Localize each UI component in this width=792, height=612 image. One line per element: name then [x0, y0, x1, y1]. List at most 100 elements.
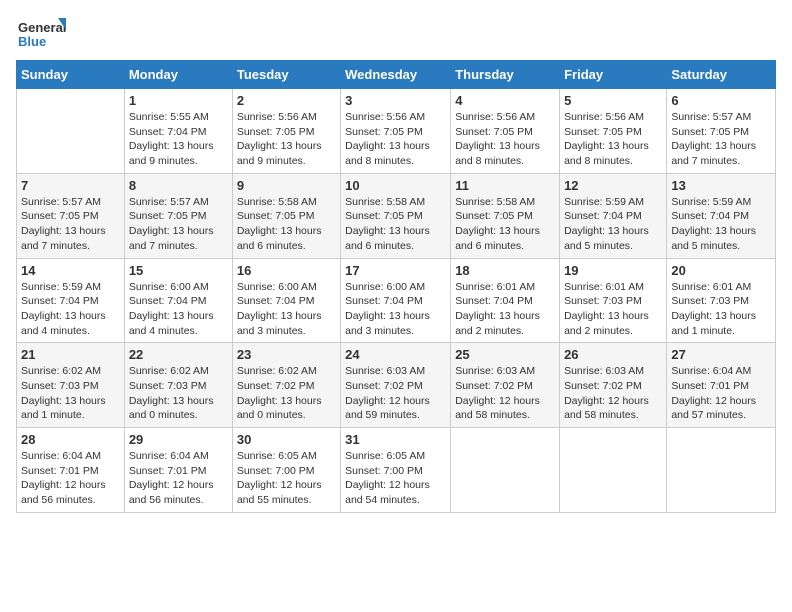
- calendar-cell: 17 Sunrise: 6:00 AMSunset: 7:04 PMDayligh…: [341, 258, 451, 343]
- day-info: Sunrise: 5:59 AMSunset: 7:04 PMDaylight:…: [21, 280, 120, 339]
- day-info: Sunrise: 6:04 AMSunset: 7:01 PMDaylight:…: [671, 364, 771, 423]
- day-number: 3: [345, 93, 446, 108]
- calendar-cell: 23 Sunrise: 6:02 AMSunset: 7:02 PMDayligh…: [232, 343, 340, 428]
- day-number: 8: [129, 178, 228, 193]
- day-info: Sunrise: 6:02 AMSunset: 7:03 PMDaylight:…: [21, 364, 120, 423]
- day-number: 31: [345, 432, 446, 447]
- calendar-cell: 9Sunrise: 5:58 AMSunset: 7:05 PMDaylight…: [232, 173, 340, 258]
- calendar-cell: 2 Sunrise: 5:56 AMSunset: 7:05 PMDaylight…: [232, 89, 340, 174]
- day-number: 28: [21, 432, 120, 447]
- calendar-cell: 7 Sunrise: 5:57 AMSunset: 7:05 PMDaylight…: [17, 173, 125, 258]
- day-number: 29: [129, 432, 228, 447]
- calendar-cell: 29Sunrise: 6:04 AMSunset: 7:01 PMDayligh…: [124, 428, 232, 513]
- day-info: Sunrise: 5:56 AMSunset: 7:05 PMDaylight:…: [455, 110, 555, 169]
- day-info: Sunrise: 6:00 AMSunset: 7:04 PMDaylight:…: [345, 280, 446, 339]
- calendar-cell: 3 Sunrise: 5:56 AMSunset: 7:05 PMDaylight…: [341, 89, 451, 174]
- calendar-week-3: 14 Sunrise: 5:59 AMSunset: 7:04 PMDayligh…: [17, 258, 776, 343]
- calendar-cell: 11 Sunrise: 5:58 AMSunset: 7:05 PMDayligh…: [451, 173, 560, 258]
- day-number: 4: [455, 93, 555, 108]
- calendar-week-1: 1Sunrise: 5:55 AMSunset: 7:04 PMDaylight…: [17, 89, 776, 174]
- day-info: Sunrise: 5:58 AMSunset: 7:05 PMDaylight:…: [455, 195, 555, 254]
- calendar-cell: 24 Sunrise: 6:03 AMSunset: 7:02 PMDayligh…: [341, 343, 451, 428]
- day-info: Sunrise: 6:00 AMSunset: 7:04 PMDaylight:…: [129, 280, 228, 339]
- day-info: Sunrise: 6:05 AMSunset: 7:00 PMDaylight:…: [237, 449, 336, 508]
- calendar-cell: 31Sunrise: 6:05 AMSunset: 7:00 PMDayligh…: [341, 428, 451, 513]
- calendar-cell: 10Sunrise: 5:58 AMSunset: 7:05 PMDayligh…: [341, 173, 451, 258]
- day-number: 6: [671, 93, 771, 108]
- calendar-cell: 6 Sunrise: 5:57 AMSunset: 7:05 PMDaylight…: [667, 89, 776, 174]
- header-day-thursday: Thursday: [451, 61, 560, 89]
- header-day-monday: Monday: [124, 61, 232, 89]
- calendar-body: 1Sunrise: 5:55 AMSunset: 7:04 PMDaylight…: [17, 89, 776, 513]
- calendar-cell: [667, 428, 776, 513]
- header-day-friday: Friday: [560, 61, 667, 89]
- day-info: Sunrise: 6:02 AMSunset: 7:03 PMDaylight:…: [129, 364, 228, 423]
- header-day-wednesday: Wednesday: [341, 61, 451, 89]
- day-number: 17: [345, 263, 446, 278]
- day-info: Sunrise: 5:57 AMSunset: 7:05 PMDaylight:…: [129, 195, 228, 254]
- day-info: Sunrise: 6:01 AMSunset: 7:03 PMDaylight:…: [671, 280, 771, 339]
- calendar-table: SundayMondayTuesdayWednesdayThursdayFrid…: [16, 60, 776, 513]
- day-number: 2: [237, 93, 336, 108]
- day-number: 16: [237, 263, 336, 278]
- calendar-cell: 16 Sunrise: 6:00 AMSunset: 7:04 PMDayligh…: [232, 258, 340, 343]
- day-info: Sunrise: 5:56 AMSunset: 7:05 PMDaylight:…: [345, 110, 446, 169]
- day-info: Sunrise: 6:03 AMSunset: 7:02 PMDaylight:…: [345, 364, 446, 423]
- svg-text:Blue: Blue: [18, 34, 46, 49]
- calendar-cell: 8 Sunrise: 5:57 AMSunset: 7:05 PMDaylight…: [124, 173, 232, 258]
- day-info: Sunrise: 5:59 AMSunset: 7:04 PMDaylight:…: [671, 195, 771, 254]
- day-info: Sunrise: 6:03 AMSunset: 7:02 PMDaylight:…: [564, 364, 662, 423]
- day-number: 14: [21, 263, 120, 278]
- calendar-cell: 22 Sunrise: 6:02 AMSunset: 7:03 PMDayligh…: [124, 343, 232, 428]
- calendar-cell: 26Sunrise: 6:03 AMSunset: 7:02 PMDayligh…: [560, 343, 667, 428]
- calendar-cell: 15 Sunrise: 6:00 AMSunset: 7:04 PMDayligh…: [124, 258, 232, 343]
- day-number: 19: [564, 263, 662, 278]
- day-info: Sunrise: 5:57 AMSunset: 7:05 PMDaylight:…: [671, 110, 771, 169]
- calendar-cell: 12 Sunrise: 5:59 AMSunset: 7:04 PMDayligh…: [560, 173, 667, 258]
- day-number: 9: [237, 178, 336, 193]
- day-number: 11: [455, 178, 555, 193]
- day-number: 22: [129, 347, 228, 362]
- day-info: Sunrise: 6:04 AMSunset: 7:01 PMDaylight:…: [21, 449, 120, 508]
- calendar-week-5: 28 Sunrise: 6:04 AMSunset: 7:01 PMDayligh…: [17, 428, 776, 513]
- header-day-tuesday: Tuesday: [232, 61, 340, 89]
- day-number: 18: [455, 263, 555, 278]
- calendar-cell: [451, 428, 560, 513]
- day-info: Sunrise: 5:56 AMSunset: 7:05 PMDaylight:…: [237, 110, 336, 169]
- calendar-cell: 14 Sunrise: 5:59 AMSunset: 7:04 PMDayligh…: [17, 258, 125, 343]
- day-number: 24: [345, 347, 446, 362]
- logo-svg: General Blue: [16, 16, 66, 54]
- day-number: 25: [455, 347, 555, 362]
- calendar-cell: 5Sunrise: 5:56 AMSunset: 7:05 PMDaylight…: [560, 89, 667, 174]
- day-number: 15: [129, 263, 228, 278]
- header-day-sunday: Sunday: [17, 61, 125, 89]
- day-number: 21: [21, 347, 120, 362]
- day-number: 7: [21, 178, 120, 193]
- day-number: 12: [564, 178, 662, 193]
- day-number: 23: [237, 347, 336, 362]
- day-info: Sunrise: 6:02 AMSunset: 7:02 PMDaylight:…: [237, 364, 336, 423]
- calendar-cell: [17, 89, 125, 174]
- calendar-cell: 20Sunrise: 6:01 AMSunset: 7:03 PMDayligh…: [667, 258, 776, 343]
- calendar-cell: 25Sunrise: 6:03 AMSunset: 7:02 PMDayligh…: [451, 343, 560, 428]
- day-number: 10: [345, 178, 446, 193]
- day-number: 13: [671, 178, 771, 193]
- calendar-cell: 18 Sunrise: 6:01 AMSunset: 7:04 PMDayligh…: [451, 258, 560, 343]
- calendar-cell: 27Sunrise: 6:04 AMSunset: 7:01 PMDayligh…: [667, 343, 776, 428]
- day-info: Sunrise: 5:56 AMSunset: 7:05 PMDaylight:…: [564, 110, 662, 169]
- calendar-week-2: 7 Sunrise: 5:57 AMSunset: 7:05 PMDaylight…: [17, 173, 776, 258]
- logo: General Blue: [16, 16, 66, 54]
- svg-text:General: General: [18, 20, 66, 35]
- calendar-cell: [560, 428, 667, 513]
- day-info: Sunrise: 5:57 AMSunset: 7:05 PMDaylight:…: [21, 195, 120, 254]
- day-info: Sunrise: 6:00 AMSunset: 7:04 PMDaylight:…: [237, 280, 336, 339]
- calendar-cell: 21 Sunrise: 6:02 AMSunset: 7:03 PMDayligh…: [17, 343, 125, 428]
- calendar-cell: 4 Sunrise: 5:56 AMSunset: 7:05 PMDaylight…: [451, 89, 560, 174]
- day-info: Sunrise: 5:59 AMSunset: 7:04 PMDaylight:…: [564, 195, 662, 254]
- calendar-cell: 28 Sunrise: 6:04 AMSunset: 7:01 PMDayligh…: [17, 428, 125, 513]
- day-number: 30: [237, 432, 336, 447]
- day-info: Sunrise: 6:01 AMSunset: 7:04 PMDaylight:…: [455, 280, 555, 339]
- header-day-saturday: Saturday: [667, 61, 776, 89]
- calendar-week-4: 21 Sunrise: 6:02 AMSunset: 7:03 PMDayligh…: [17, 343, 776, 428]
- calendar-header: SundayMondayTuesdayWednesdayThursdayFrid…: [17, 61, 776, 89]
